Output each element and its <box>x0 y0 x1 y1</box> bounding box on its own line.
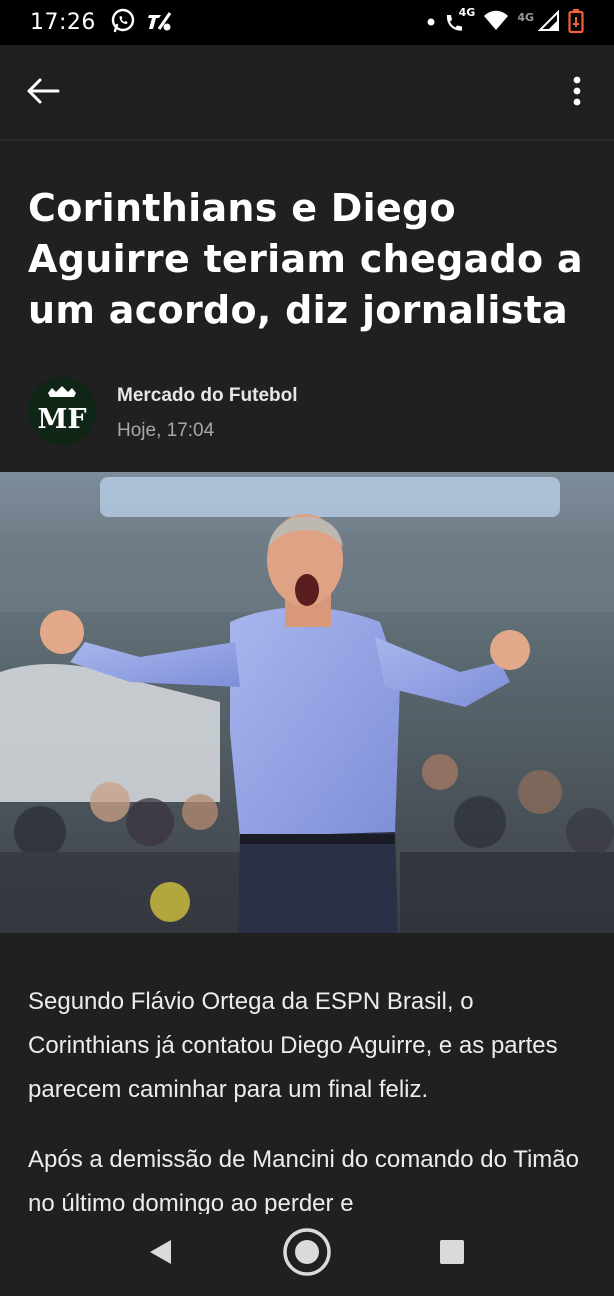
nav-back-button[interactable] <box>130 1228 190 1280</box>
signal-icon <box>537 9 560 35</box>
app-bar <box>0 45 614 141</box>
whatsapp-icon <box>110 8 136 38</box>
back-triangle-icon <box>147 1238 173 1270</box>
tv-app-icon <box>146 8 174 38</box>
source-name[interactable]: Mercado do Futebol <box>117 385 298 407</box>
article-paragraph: Segundo Flávio Ortega da ESPN Brasil, o … <box>28 988 558 1103</box>
wifi-icon <box>483 10 509 35</box>
arrow-left-icon <box>26 78 60 108</box>
network-type-primary: 4G <box>458 5 476 19</box>
more-vertical-icon <box>572 76 582 110</box>
article-headline: Corinthians e Diego Aguirre teriam chega… <box>28 186 583 332</box>
home-circle-icon <box>282 1227 332 1281</box>
recents-square-icon <box>438 1238 466 1270</box>
svg-text:MF: MF <box>37 404 86 435</box>
more-options-button[interactable] <box>562 73 592 113</box>
status-bar: 17:26 4G 4G <box>0 0 614 45</box>
status-time: 17:26 <box>30 10 96 35</box>
source-logo[interactable]: MF <box>28 377 96 445</box>
article-source[interactable]: MF Mercado do Futebol Hoje, 17:04 <box>28 377 588 447</box>
network-type-secondary: 4G <box>517 11 534 24</box>
article-paragraph: Após a demissão de Mancini do comando do… <box>28 1146 579 1216</box>
nav-recents-button[interactable] <box>422 1228 482 1280</box>
nav-home-button[interactable] <box>277 1228 337 1280</box>
back-button[interactable] <box>22 75 64 111</box>
system-nav-bar <box>0 1214 614 1296</box>
status-right-icons: 4G 4G <box>427 6 584 37</box>
notification-dot-icon <box>427 16 435 29</box>
battery-low-icon <box>568 8 584 37</box>
status-left-icons <box>110 8 174 38</box>
publish-time: Hoje, 17:04 <box>117 420 215 441</box>
wifi-call-icon: 4G <box>443 6 475 34</box>
article-hero-image <box>0 472 614 933</box>
article-body: Segundo Flávio Ortega da ESPN Brasil, o … <box>28 980 588 1216</box>
